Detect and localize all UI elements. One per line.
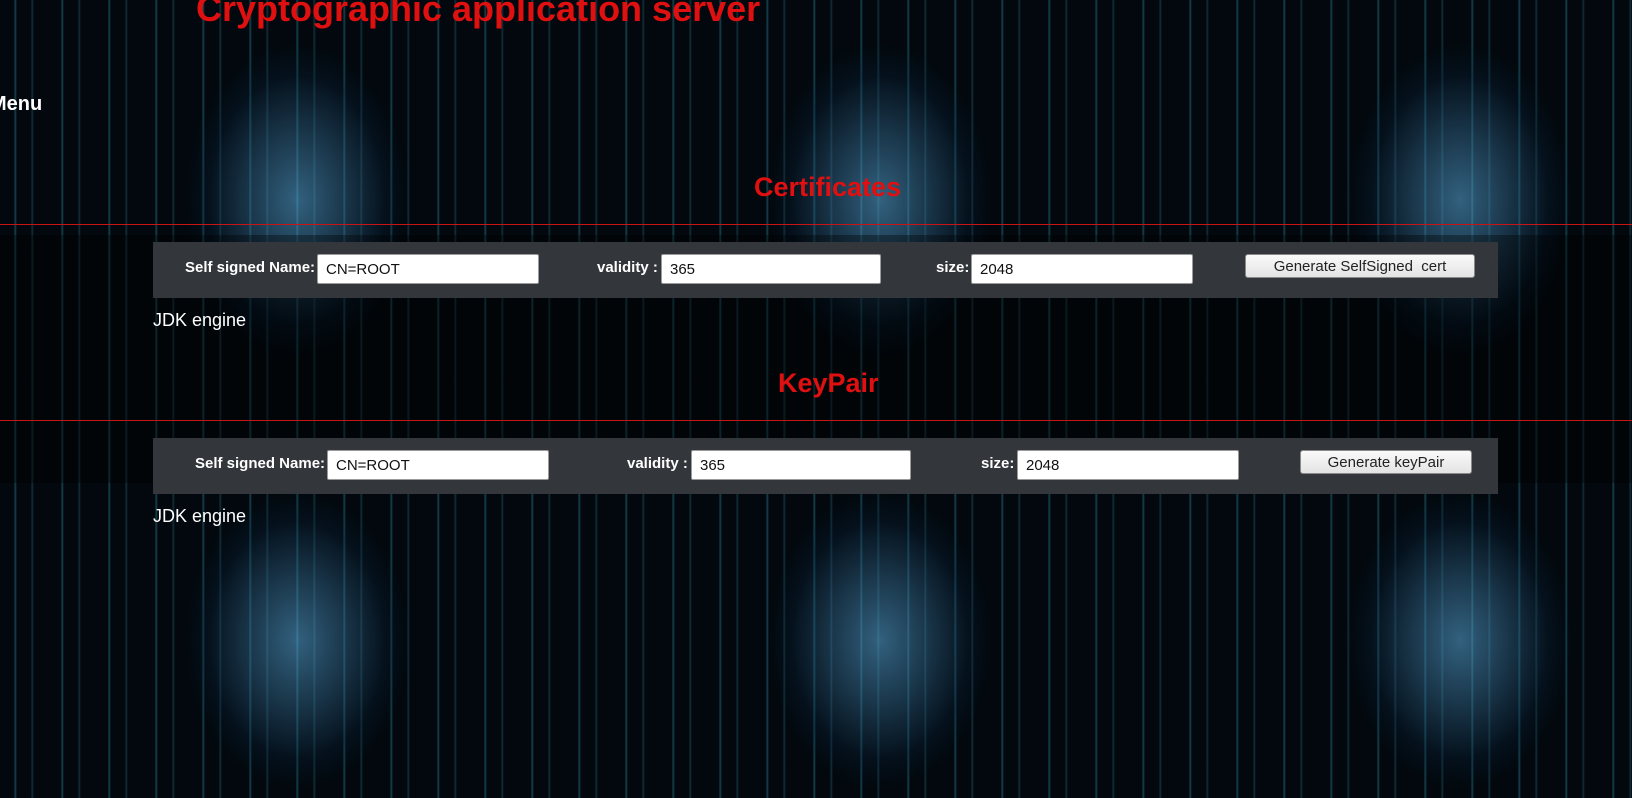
cert-engine-note: JDK engine bbox=[153, 310, 247, 330]
section-divider bbox=[0, 224, 1632, 225]
page-title: Cryptographic application server bbox=[196, 0, 761, 29]
keypair-size-label: size: bbox=[981, 455, 1015, 472]
certificate-form-panel: Self signed Name: validity : size: Gener… bbox=[153, 242, 1498, 298]
certificates-heading: Certificates bbox=[754, 172, 902, 202]
cert-validity-input[interactable] bbox=[661, 254, 881, 284]
cert-size-label: size: bbox=[936, 259, 970, 276]
keypair-form-panel: Self signed Name: validity : size: Gener… bbox=[153, 438, 1498, 494]
keypair-name-input[interactable] bbox=[327, 450, 549, 480]
generate-selfsigned-cert-button[interactable]: Generate SelfSigned cert bbox=[1245, 254, 1475, 278]
generate-keypair-button[interactable]: Generate keyPair bbox=[1300, 450, 1472, 474]
keypair-engine-note: JDK engine bbox=[153, 506, 247, 526]
cert-name-label: Self signed Name: bbox=[185, 259, 316, 276]
cert-name-input[interactable] bbox=[317, 254, 539, 284]
cert-size-input[interactable] bbox=[971, 254, 1193, 284]
keypair-validity-label: validity : bbox=[627, 455, 688, 472]
keypair-heading: KeyPair bbox=[778, 368, 879, 398]
section-divider bbox=[0, 420, 1632, 421]
keypair-name-label: Self signed Name: bbox=[195, 455, 326, 472]
cert-validity-label: validity : bbox=[597, 259, 658, 276]
menu-toggle[interactable]: Menu bbox=[0, 93, 42, 116]
keypair-validity-input[interactable] bbox=[691, 450, 911, 480]
keypair-size-input[interactable] bbox=[1017, 450, 1239, 480]
